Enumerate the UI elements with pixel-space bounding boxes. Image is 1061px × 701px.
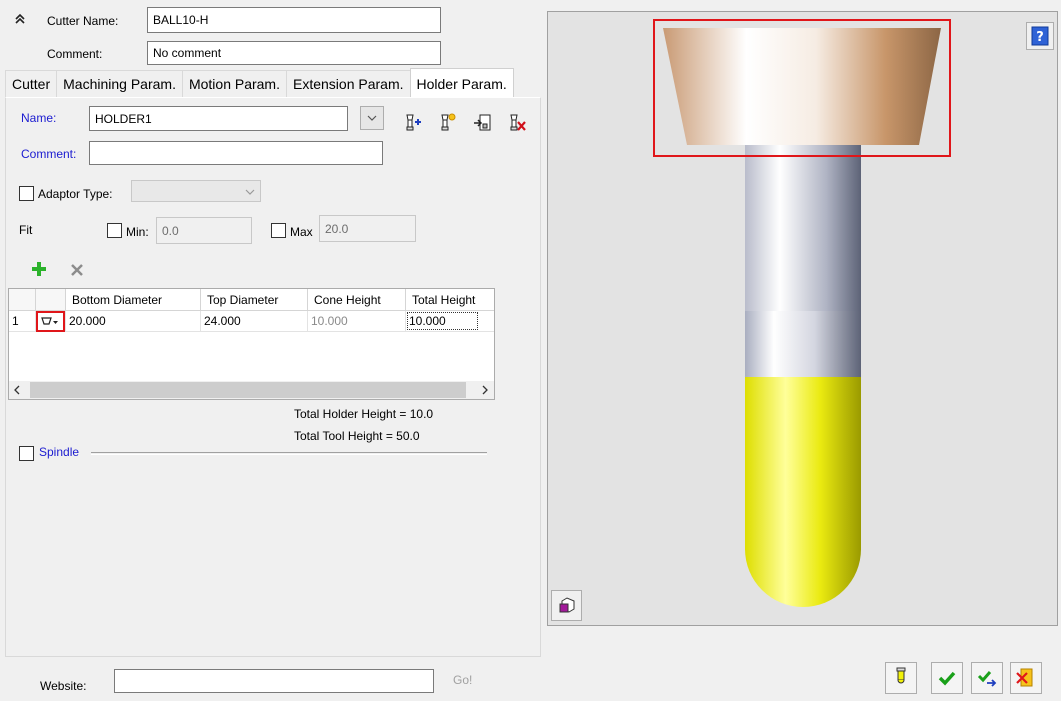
checkmark-icon	[938, 671, 956, 686]
cone-height-cell[interactable]: 10.000	[308, 311, 406, 332]
close-icon	[71, 264, 83, 276]
top-diameter-cell[interactable]: 24.000	[201, 311, 308, 332]
tool-preview-drawing	[653, 19, 951, 607]
max-label: Max	[290, 225, 313, 239]
table-header-cone-height[interactable]: Cone Height	[308, 289, 406, 311]
add-row-button[interactable]	[29, 259, 51, 281]
exit-icon	[1016, 668, 1033, 687]
chevron-down-icon	[367, 115, 377, 121]
tab-motion-param[interactable]: Motion Param.	[181, 70, 287, 98]
table-horizontal-scrollbar[interactable]	[9, 381, 494, 399]
shape-dropdown-cell[interactable]	[36, 311, 66, 332]
table-header-shape	[36, 289, 66, 311]
spindle-checkbox[interactable]	[19, 446, 34, 461]
table-header-total-height[interactable]: Total Height	[406, 289, 494, 311]
chevron-left-icon	[14, 385, 20, 395]
bottom-diameter-cell[interactable]: 20.000	[66, 311, 201, 332]
total-tool-height: Total Tool Height = 50.0	[294, 429, 420, 443]
tab-bar: Cutter Machining Param. Motion Param. Ex…	[5, 68, 514, 98]
chevron-right-icon	[482, 385, 488, 395]
tool-icon	[896, 667, 906, 684]
tool-3d-view[interactable]: ?	[547, 11, 1058, 626]
select-tool-button[interactable]	[885, 662, 917, 694]
min-field[interactable]	[156, 217, 252, 244]
new-holder-button[interactable]	[436, 112, 458, 134]
holder-add-icon	[406, 114, 421, 131]
cutter-name-label: Cutter Name:	[47, 14, 119, 28]
go-link[interactable]: Go!	[453, 672, 472, 688]
holder-comment-label: Comment:	[21, 147, 77, 161]
website-field[interactable]	[114, 669, 434, 693]
help-button[interactable]: ?	[1026, 22, 1054, 50]
view-cube-icon	[559, 597, 575, 613]
tab-machining-param[interactable]: Machining Param.	[56, 70, 183, 98]
fit-label: Fit	[19, 223, 33, 237]
adaptor-type-checkbox[interactable]	[19, 186, 34, 201]
holder-name-field[interactable]	[89, 106, 348, 131]
adaptor-type-select[interactable]	[131, 180, 261, 202]
holder-segments-table: Bottom Diameter Top Diameter Cone Height…	[8, 288, 495, 400]
table-header-index	[9, 289, 36, 311]
cutter-name-field[interactable]	[147, 7, 441, 33]
total-height-value: 10.000	[407, 312, 478, 330]
holder-delete-icon	[510, 114, 526, 131]
add-holder-button[interactable]	[401, 112, 423, 134]
min-label: Min:	[126, 225, 149, 239]
holder-import-icon	[474, 114, 491, 131]
cone-shape-icon	[41, 317, 58, 325]
table-header-top-diameter[interactable]: Top Diameter	[201, 289, 308, 311]
spindle-label: Spindle	[39, 445, 80, 459]
import-holder-button[interactable]	[471, 112, 493, 134]
max-checkbox[interactable]	[271, 223, 286, 238]
comment-label: Comment:	[47, 47, 103, 61]
help-icon: ?	[1031, 26, 1049, 46]
comment-field[interactable]	[147, 41, 441, 65]
holder-comment-field[interactable]	[89, 141, 383, 165]
max-field[interactable]	[319, 215, 416, 242]
plus-icon	[32, 262, 46, 276]
total-height-cell[interactable]: 10.000	[406, 311, 494, 332]
holder-dropdown-button[interactable]	[360, 106, 384, 130]
cancel-button[interactable]	[1010, 662, 1042, 694]
delete-row-button[interactable]	[67, 260, 89, 282]
svg-text:?: ?	[1036, 30, 1044, 45]
holder-name-label: Name:	[21, 111, 57, 125]
website-label: Website:	[40, 679, 87, 693]
tab-extension-param[interactable]: Extension Param.	[286, 70, 411, 98]
scrollbar-thumb[interactable]	[30, 382, 466, 398]
table-header-bottom-diameter[interactable]: Bottom Diameter	[66, 289, 201, 311]
view-cube-button[interactable]	[551, 590, 582, 621]
delete-holder-button[interactable]	[506, 112, 528, 134]
table-row-index: 1	[9, 311, 36, 332]
tab-cutter[interactable]: Cutter	[5, 70, 58, 98]
min-checkbox[interactable]	[107, 223, 122, 238]
tab-holder-param[interactable]: Holder Param.	[409, 68, 514, 98]
holder-new-icon	[441, 113, 456, 131]
total-holder-height: Total Holder Height = 10.0	[294, 407, 434, 421]
apply-button[interactable]	[971, 662, 1003, 694]
ok-button[interactable]	[931, 662, 963, 694]
collapse-icon[interactable]	[13, 12, 27, 26]
apply-icon	[977, 671, 997, 687]
adaptor-type-label: Adaptor Type:	[38, 187, 113, 201]
spindle-divider	[91, 452, 487, 455]
chevron-down-icon	[245, 189, 255, 195]
